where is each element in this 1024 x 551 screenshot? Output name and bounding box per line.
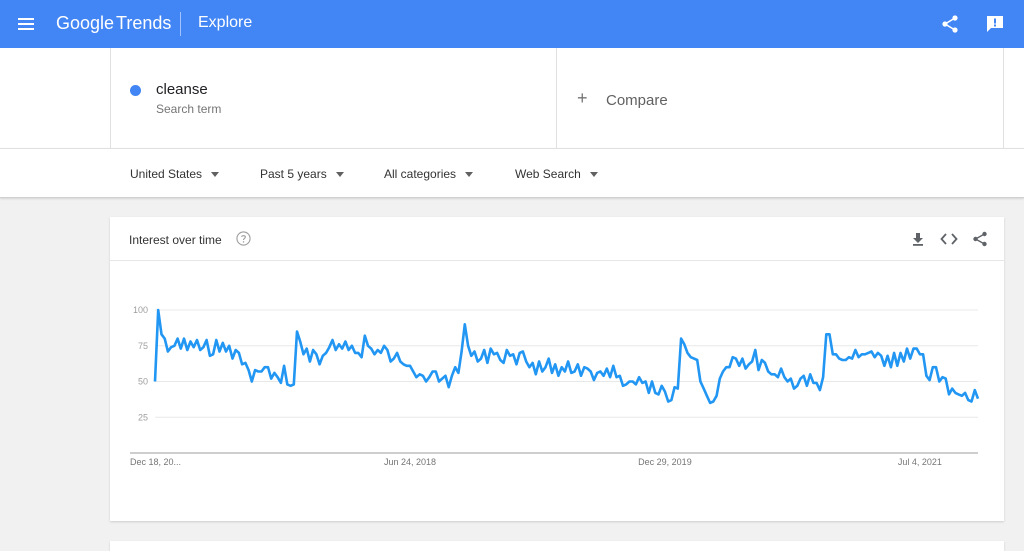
- chevron-down-icon: [211, 171, 220, 177]
- category-dropdown[interactable]: All categories: [384, 167, 474, 181]
- top-app-bar: Google Trends Explore: [0, 0, 1024, 48]
- interest-over-time-card: Interest over time 25 50 75 100 Dec 18, 20..…: [110, 217, 1004, 521]
- chevron-down-icon: [335, 171, 344, 177]
- interest-line-chart[interactable]: 25 50 75 100 Dec 18, 20... Jun 24, 2018 Dec 29…: [110, 261, 1004, 521]
- logo-trends: Trends: [116, 13, 172, 33]
- chevron-down-icon: [465, 171, 474, 177]
- x-tick-label: Dec 18, 20...: [130, 457, 181, 467]
- y-tick-label: 75: [138, 341, 148, 351]
- y-tick-label: 50: [138, 377, 148, 387]
- next-card: [110, 541, 1004, 551]
- search-type-label: Web Search: [515, 167, 581, 181]
- search-terms-bar: cleanse Search term + Compare: [0, 48, 1024, 148]
- header-divider: [180, 12, 181, 36]
- region-dropdown[interactable]: United States: [130, 167, 220, 181]
- search-term-card[interactable]: cleanse Search term: [110, 48, 557, 148]
- time-range-label: Past 5 years: [260, 167, 327, 181]
- card-title: Interest over time: [129, 233, 222, 247]
- plus-icon: +: [577, 88, 588, 108]
- term-name: cleanse: [156, 81, 208, 98]
- menu-icon[interactable]: [17, 15, 35, 33]
- card-header: Interest over time: [110, 217, 1004, 261]
- page-title: Explore: [198, 14, 253, 31]
- term-color-dot: [130, 85, 141, 96]
- share-icon[interactable]: [972, 231, 988, 247]
- term-type: Search term: [156, 102, 222, 116]
- embed-code-icon[interactable]: [940, 231, 958, 247]
- chevron-down-icon: [589, 171, 598, 177]
- category-label: All categories: [384, 167, 457, 181]
- feedback-icon[interactable]: [985, 14, 1005, 34]
- share-icon[interactable]: [940, 14, 960, 34]
- region-label: United States: [130, 167, 203, 181]
- y-tick-label: 25: [138, 412, 148, 422]
- help-icon[interactable]: [236, 231, 251, 246]
- compare-button[interactable]: + Compare: [557, 48, 1004, 148]
- y-tick-label: 100: [133, 305, 148, 315]
- compare-label: Compare: [606, 92, 668, 109]
- download-icon[interactable]: [910, 231, 926, 247]
- google-trends-logo[interactable]: Google Trends: [56, 13, 171, 34]
- logo-google: Google: [56, 13, 115, 33]
- x-tick-label: Jun 24, 2018: [384, 457, 436, 467]
- search-type-dropdown[interactable]: Web Search: [515, 167, 598, 181]
- x-tick-label: Dec 29, 2019: [638, 457, 692, 467]
- time-range-dropdown[interactable]: Past 5 years: [260, 167, 344, 181]
- series-line: [153, 308, 980, 405]
- x-tick-label: Jul 4, 2021: [898, 457, 942, 467]
- filter-bar: United States Past 5 years All categorie…: [0, 148, 1024, 198]
